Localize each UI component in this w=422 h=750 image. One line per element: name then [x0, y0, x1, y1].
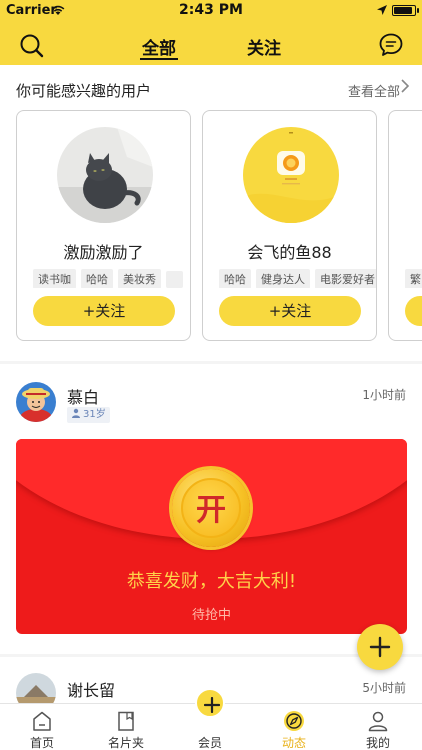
tabbar-label: 动态 [281, 736, 306, 750]
user-tags: 读书咖 哈哈 美妆秀 [33, 268, 190, 288]
user-name: 会飞的鱼88 [247, 243, 332, 262]
user-tags: 哈哈 健身达人 电影爱好者 [219, 268, 376, 288]
red-packet-status: 待抢中 [191, 608, 231, 623]
tab-following[interactable]: 关注 [247, 34, 281, 59]
message-icon[interactable] [378, 32, 404, 58]
tabbar-item-profile[interactable]: 我的 [336, 704, 420, 750]
feed-post: 慕白 31岁 1小时前 开 恭喜发财，大吉大利! 待抢中 [0, 364, 422, 654]
active-tab-indicator [140, 58, 178, 60]
chevron-right-icon[interactable] [400, 79, 410, 93]
person-icon [72, 408, 80, 418]
post-time: 5小时前 [362, 681, 406, 695]
user-tag: 电影爱好者 [315, 269, 376, 288]
battery-icon [392, 5, 419, 16]
user-card[interactable]: 激励激励了 读书咖 哈哈 美妆秀 +关注 [16, 110, 191, 341]
user-card-partial[interactable]: 繁 [388, 110, 422, 341]
plus-icon [369, 636, 391, 658]
user-tag: 哈哈 [219, 269, 251, 288]
post-author-avatar[interactable] [16, 382, 56, 422]
header: Carrier 2:43 PM 全部 关注 [0, 0, 422, 65]
top-nav: 全部 关注 [0, 24, 422, 64]
see-all-link[interactable]: 查看全部 [348, 81, 400, 100]
member-plus-button[interactable] [195, 688, 225, 718]
tabbar-label: 名片夹 [107, 736, 144, 750]
user-avatar[interactable] [57, 127, 153, 223]
user-tag: 美妆秀 [118, 269, 161, 288]
plus-icon [204, 697, 220, 713]
user-name: 激励激励了 [63, 243, 144, 262]
user-avatar[interactable] [243, 127, 339, 223]
profile-icon [368, 711, 388, 732]
card-holder-icon [118, 711, 134, 731]
post-author-name[interactable]: 谢长留 [67, 677, 115, 701]
open-label: 开 [196, 493, 226, 528]
tabbar-item-card-holder[interactable]: 名片夹 [84, 704, 168, 750]
tab-all[interactable]: 全部 [142, 34, 176, 59]
user-tags: 繁 [405, 268, 422, 288]
user-tag: 繁 [405, 269, 422, 288]
red-packet-greeting: 恭喜发财，大吉大利! [126, 571, 297, 592]
section-title: 你可能感兴趣的用户 [16, 82, 152, 100]
follow-button[interactable]: +关注 [219, 296, 361, 326]
tabbar-item-moments[interactable]: 动态 [252, 704, 336, 750]
search-icon[interactable] [18, 32, 46, 60]
add-post-button[interactable] [357, 624, 403, 670]
user-card[interactable]: 会飞的鱼88 哈哈 健身达人 电影爱好者 +关注 [202, 110, 377, 341]
user-tag: 读书咖 [33, 269, 76, 288]
follow-button[interactable] [405, 296, 422, 326]
bottom-tab-bar: 首页 名片夹 会员 动态 我的 [0, 688, 422, 750]
tabbar-item-home[interactable]: 首页 [0, 704, 84, 750]
red-packet[interactable]: 开 恭喜发财，大吉大利! 待抢中 [16, 439, 407, 634]
age-badge: 31岁 [67, 407, 110, 423]
user-tag: 哈哈 [81, 269, 113, 288]
user-tag: 健身达人 [256, 269, 310, 288]
home-icon [33, 711, 51, 731]
status-bar: Carrier 2:43 PM [0, 0, 422, 20]
tabbar-label: 首页 [29, 736, 54, 750]
open-coin-button[interactable]: 开 [172, 469, 250, 547]
tabbar-item-member[interactable]: 会员 [168, 688, 252, 750]
app-screen: Carrier 2:43 PM 全部 关注 你可能感兴趣的用户 查看全部 激励激… [0, 0, 422, 750]
post-time: 1小时前 [362, 388, 406, 402]
compass-icon [284, 711, 304, 731]
suggested-users-section: 你可能感兴趣的用户 查看全部 激励激励了 读书咖 哈哈 美妆秀 +关注 会飞的鱼… [0, 65, 422, 361]
tabbar-label: 会员 [197, 736, 222, 750]
location-arrow-icon [377, 5, 387, 15]
user-tag-overflow [166, 271, 183, 288]
age-label: 31岁 [83, 409, 106, 420]
post-author-name[interactable]: 慕白 [67, 384, 99, 408]
follow-button[interactable]: +关注 [33, 296, 175, 326]
clock: 2:43 PM [179, 2, 243, 18]
tabbar-label: 我的 [365, 736, 390, 750]
